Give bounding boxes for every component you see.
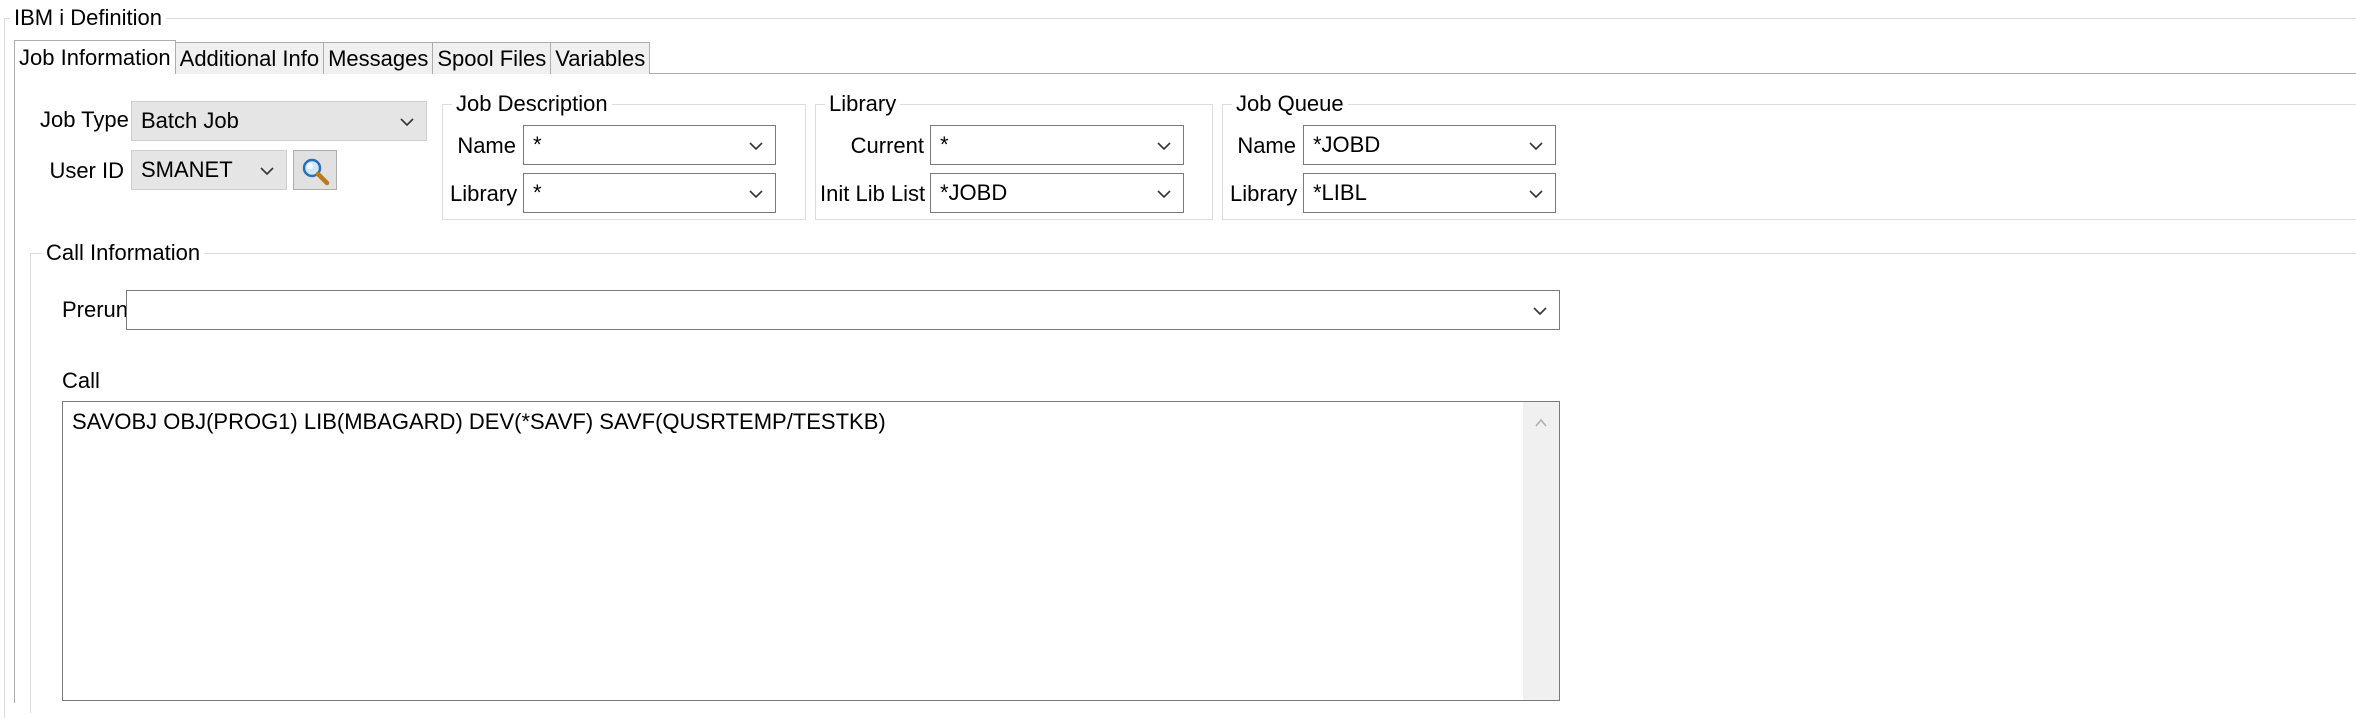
jobq-library-value: *LIBL: [1313, 180, 1367, 205]
library-current-select[interactable]: *: [930, 125, 1184, 165]
tab-spool-files[interactable]: Spool Files: [433, 42, 552, 74]
chevron-down-icon: [260, 167, 274, 176]
init-lib-list-label: Init Lib List: [820, 181, 926, 206]
call-label: Call: [62, 368, 100, 393]
call-textarea[interactable]: SAVOBJ OBJ(PROG1) LIB(MBAGARD) DEV(*SAVF…: [62, 401, 1560, 701]
chevron-down-icon: [1157, 142, 1171, 151]
library-current-label: Current: [850, 133, 924, 158]
tab-messages[interactable]: Messages: [324, 42, 434, 74]
chevron-up-icon: [1535, 418, 1547, 427]
call-information-title: Call Information: [42, 240, 205, 266]
tab-additional-info[interactable]: Additional Info: [175, 42, 325, 74]
jobq-name-value: *JOBD: [1313, 132, 1381, 157]
chevron-down-icon: [400, 118, 414, 127]
user-id-label: User ID: [49, 158, 124, 183]
jobd-library-select[interactable]: *: [523, 173, 776, 213]
jobq-library-select[interactable]: *LIBL: [1303, 173, 1556, 213]
chevron-down-icon: [1529, 190, 1543, 199]
library-title: Library: [825, 91, 901, 117]
library-current-value: *: [940, 132, 949, 157]
chevron-down-icon: [749, 142, 763, 151]
call-scrollbar[interactable]: [1523, 402, 1559, 700]
job-type-label: Job Type: [40, 107, 129, 132]
chevron-down-icon: [1529, 142, 1543, 151]
prerun-select[interactable]: [126, 290, 1560, 330]
job-type-select[interactable]: Batch Job: [131, 101, 427, 141]
jobq-name-label: Name: [1237, 133, 1296, 158]
tab-variables[interactable]: Variables: [551, 42, 651, 74]
call-value: SAVOBJ OBJ(PROG1) LIB(MBAGARD) DEV(*SAVF…: [72, 409, 886, 434]
jobd-library-value: *: [533, 180, 542, 205]
jobd-library-label: Library: [450, 181, 518, 206]
jobd-name-value: *: [533, 132, 542, 157]
init-lib-list-value: *JOBD: [940, 180, 1008, 205]
user-search-button[interactable]: [293, 150, 337, 190]
chevron-down-icon: [749, 190, 763, 199]
init-lib-list-select[interactable]: *JOBD: [930, 173, 1184, 213]
job-description-title: Job Description: [452, 91, 612, 117]
user-id-value: SMANET: [141, 157, 233, 182]
job-queue-title: Job Queue: [1232, 91, 1348, 117]
jobd-name-label: Name: [457, 133, 516, 158]
tab-job-information[interactable]: Job Information: [14, 40, 176, 74]
chevron-down-icon: [1533, 307, 1547, 316]
jobq-library-label: Library: [1230, 181, 1298, 206]
magnifier-icon: [302, 158, 330, 186]
jobq-name-select[interactable]: *JOBD: [1303, 125, 1556, 165]
chevron-down-icon: [1157, 190, 1171, 199]
jobd-name-select[interactable]: *: [523, 125, 776, 165]
ibm-i-definition-title: IBM i Definition: [10, 5, 166, 31]
prerun-label: Prerun: [62, 297, 129, 322]
job-type-value: Batch Job: [141, 108, 239, 133]
user-id-select[interactable]: SMANET: [131, 150, 287, 190]
tab-strip: Job Information Additional Info Messages…: [14, 40, 651, 74]
